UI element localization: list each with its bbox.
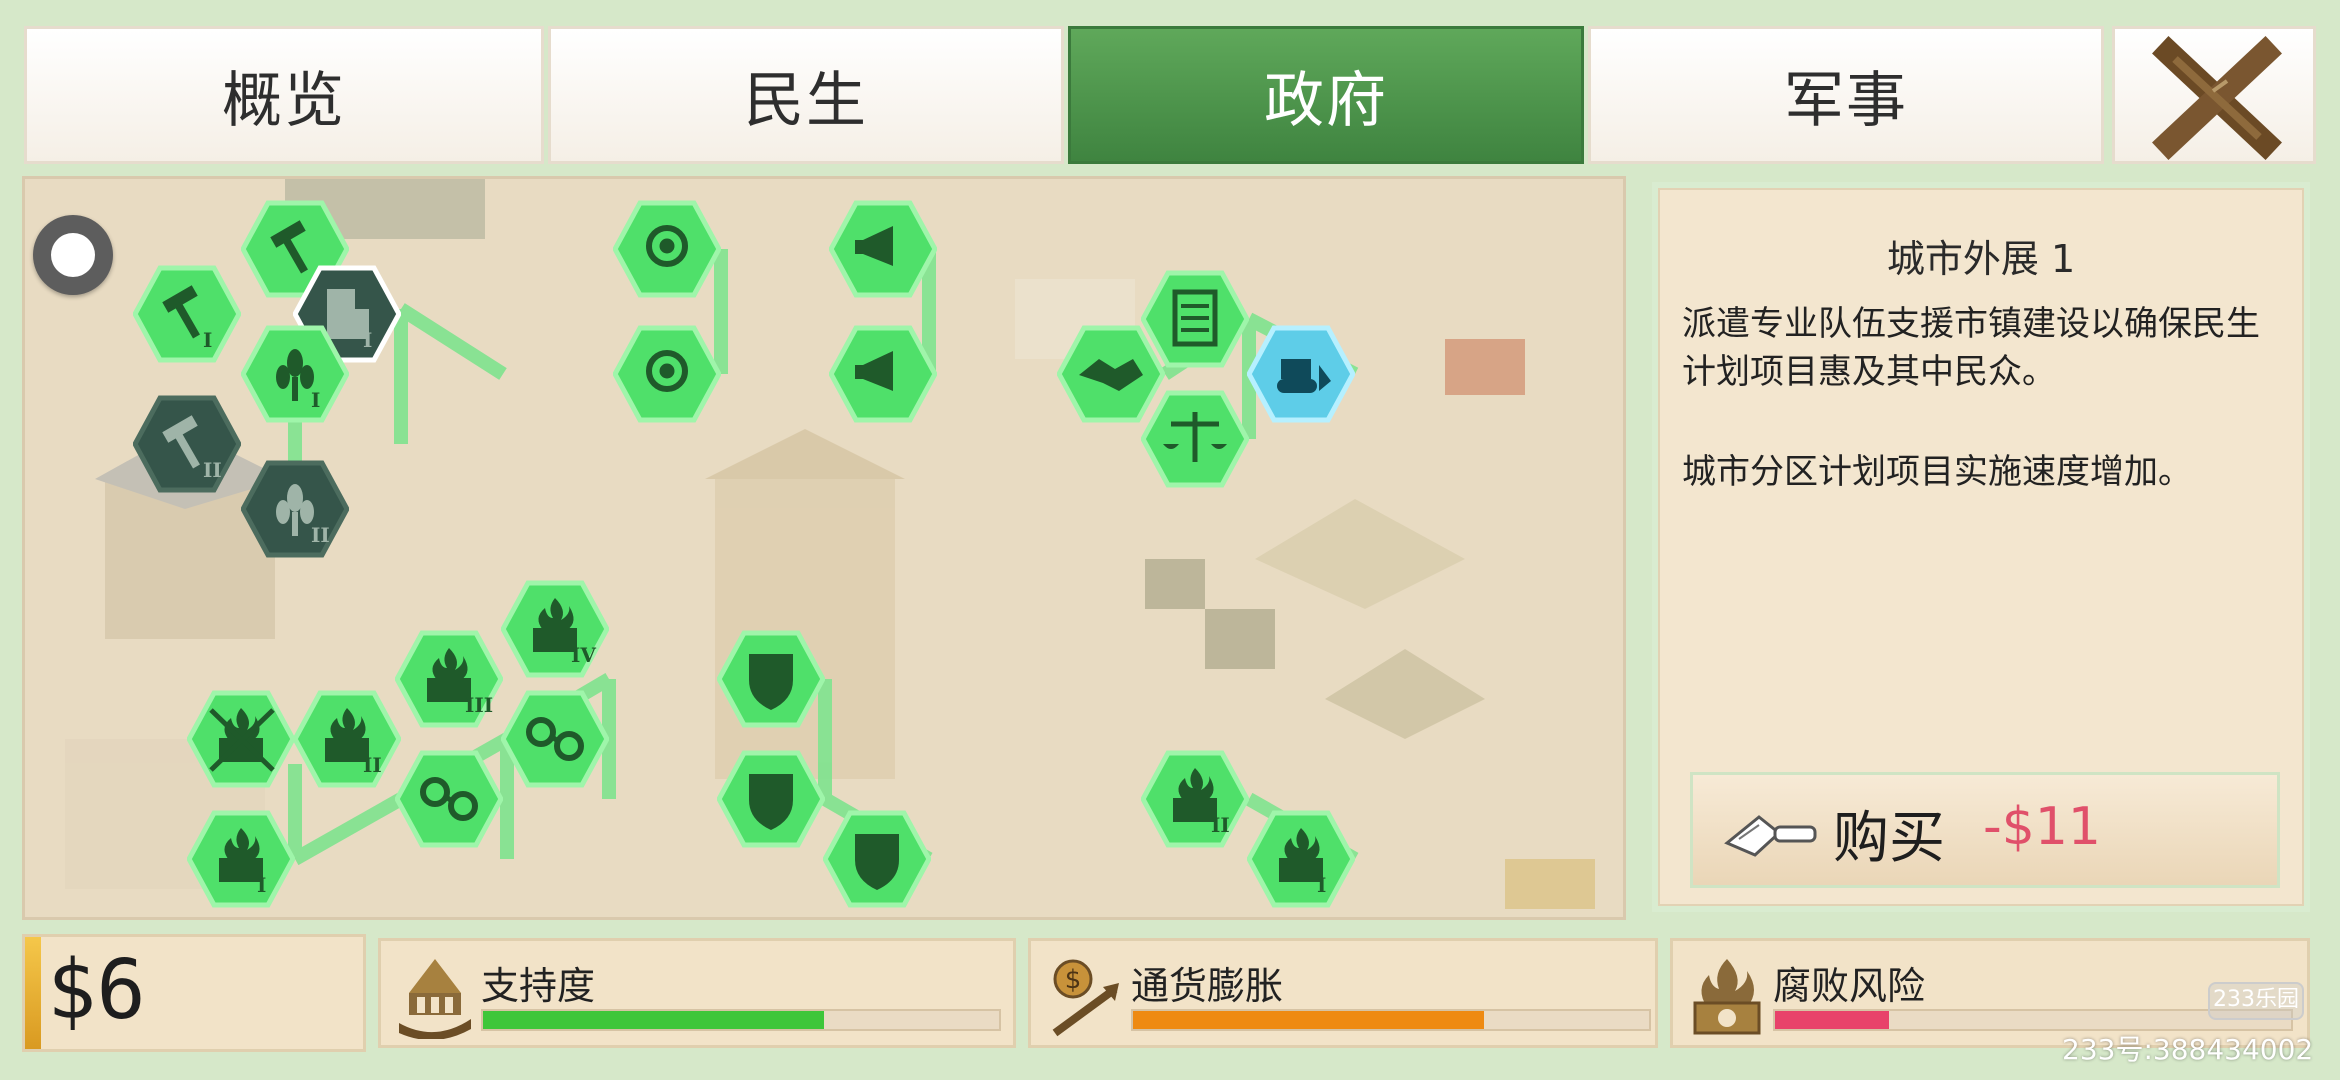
- upgrade-title: 城市外展 1: [1886, 237, 2076, 281]
- checklist-icon: [1141, 270, 1249, 368]
- burning-money-4-icon: IV: [501, 580, 609, 678]
- eye-upgrade-icon: [613, 325, 721, 423]
- megaphone-icon: [829, 200, 937, 298]
- support-label: 支持度: [481, 964, 596, 1008]
- corruption-bar-fill: [1775, 1011, 1889, 1029]
- crossed-money-icon: [187, 690, 295, 788]
- tech-node-mountain-pick-1[interactable]: I: [133, 265, 241, 363]
- tech-node-crossed-money[interactable]: [187, 690, 295, 788]
- tab-livelihood[interactable]: 民生: [548, 26, 1064, 164]
- money-hand-icon: [1724, 815, 1817, 857]
- briefcase-1-icon: I: [1247, 810, 1355, 908]
- tech-tree-map: I I I II II IV III II I II I: [22, 176, 1626, 920]
- tech-node-eye-upgrade[interactable]: [613, 325, 721, 423]
- burning-money-icon: [1693, 959, 1761, 1035]
- tech-node-tier-label: II: [311, 523, 330, 547]
- shield-coin-icon: [823, 810, 931, 908]
- svg-text:$: $: [1065, 965, 1082, 995]
- tech-node-briefcase-1[interactable]: I: [1247, 810, 1355, 908]
- tech-node-shield-coin[interactable]: [823, 810, 931, 908]
- tab-military[interactable]: 军事: [1588, 26, 2104, 164]
- briefcase-2-icon: II: [1141, 750, 1249, 848]
- tech-node-burning-money-1[interactable]: I: [187, 810, 295, 908]
- inflation-bar: [1131, 1009, 1651, 1031]
- tab-overview[interactable]: 概览: [24, 26, 544, 164]
- tech-node-megaphone-star[interactable]: [829, 325, 937, 423]
- treasury-display: $6: [22, 934, 366, 1052]
- tech-node-handcuffs-down[interactable]: [501, 690, 609, 788]
- mountain-pick-2-icon: II: [133, 395, 241, 493]
- tech-node-mountain-pick-2[interactable]: II: [133, 395, 241, 493]
- tech-node-briefcase-2[interactable]: II: [1141, 750, 1249, 848]
- mountain-pick-1-icon: I: [133, 265, 241, 363]
- tech-node-tier-label: II: [363, 753, 382, 777]
- tech-node-scales[interactable]: [1141, 390, 1249, 488]
- tech-node-handcuffs-arrest[interactable]: [395, 750, 503, 848]
- tech-node-shield[interactable]: [717, 750, 825, 848]
- wheat-2-icon: II: [241, 460, 349, 558]
- dollar-arrow-icon: $: [1052, 959, 1119, 1037]
- buy-button[interactable]: 购买 -$11: [1690, 772, 2280, 888]
- category-tabs: 概览 民生 政府 军事: [24, 26, 2316, 164]
- tech-node-wheat-hammer-1[interactable]: I: [241, 325, 349, 423]
- support-bar-fill: [483, 1011, 824, 1029]
- upgrade-description: 派遣专业队伍支援市镇建设以确保民生计划项目惠及其中民众。: [1682, 304, 2260, 392]
- burning-money-3-icon: III: [395, 630, 503, 728]
- inflation-bar-fill: [1133, 1011, 1484, 1029]
- tech-node-burning-money-2[interactable]: II: [293, 690, 401, 788]
- tech-node-tier-label: I: [311, 388, 320, 412]
- close-button[interactable]: [2112, 26, 2316, 164]
- view-toggle-button[interactable]: [33, 215, 113, 295]
- upgrade-effect: 城市分区计划项目实施速度增加。: [1682, 452, 2192, 492]
- buy-label: 购买: [1833, 806, 1945, 871]
- scales-icon: [1141, 390, 1249, 488]
- tech-node-burning-money-3[interactable]: III: [395, 630, 503, 728]
- tech-node-shield-star[interactable]: [717, 630, 825, 728]
- tech-node-checklist[interactable]: [1141, 270, 1249, 368]
- buy-price: -$11: [1983, 797, 2102, 857]
- upgrade-info-panel: 城市外展 1 派遣专业队伍支援市镇建设以确保民生计划项目惠及其中民众。 城市分区…: [1652, 182, 2310, 912]
- tech-node-megaphone[interactable]: [829, 200, 937, 298]
- tech-node-eye[interactable]: [613, 200, 721, 298]
- tech-node-wheat-2[interactable]: II: [241, 460, 349, 558]
- megaphone-star-icon: [829, 325, 937, 423]
- tech-node-bulldozer[interactable]: [1247, 325, 1355, 423]
- watermark-id: 233号:388434002: [2062, 1033, 2314, 1066]
- corruption-label: 腐败风险: [1773, 964, 1926, 1008]
- eye-icon: [613, 200, 721, 298]
- inflation-stat[interactable]: $ 通货膨胀: [1028, 938, 1658, 1048]
- watermark-badge: 233乐园: [2208, 982, 2304, 1020]
- tech-node-tier-label: I: [257, 873, 266, 897]
- treasury-accent: [25, 937, 41, 1049]
- bulldozer-icon: [1247, 325, 1355, 423]
- palace-hand-icon: [399, 959, 471, 1039]
- tab-government[interactable]: 政府: [1068, 26, 1584, 164]
- burning-money-2-icon: II: [293, 690, 401, 788]
- support-bar: [481, 1009, 1001, 1031]
- handcuffs-arrest-icon: [395, 750, 503, 848]
- handcuffs-down-icon: [501, 690, 609, 788]
- wheat-hammer-1-icon: I: [241, 325, 349, 423]
- inflation-label: 通货膨胀: [1131, 964, 1284, 1008]
- tech-node-tier-label: I: [1317, 873, 1326, 897]
- tech-node-tier-label: I: [363, 328, 372, 352]
- close-icon: [2152, 36, 2282, 160]
- support-stat[interactable]: 支持度: [378, 938, 1016, 1048]
- treasury-amount: $6: [47, 943, 146, 1038]
- shield-star-icon: [717, 630, 825, 728]
- tech-node-tier-label: III: [465, 693, 493, 717]
- tech-node-tier-label: II: [203, 458, 222, 482]
- tech-node-tier-label: IV: [571, 643, 596, 667]
- tech-node-tier-label: I: [203, 328, 212, 352]
- burning-money-1-icon: I: [187, 810, 295, 908]
- shield-icon: [717, 750, 825, 848]
- tech-node-burning-money-4[interactable]: IV: [501, 580, 609, 678]
- tech-node-tier-label: II: [1211, 813, 1230, 837]
